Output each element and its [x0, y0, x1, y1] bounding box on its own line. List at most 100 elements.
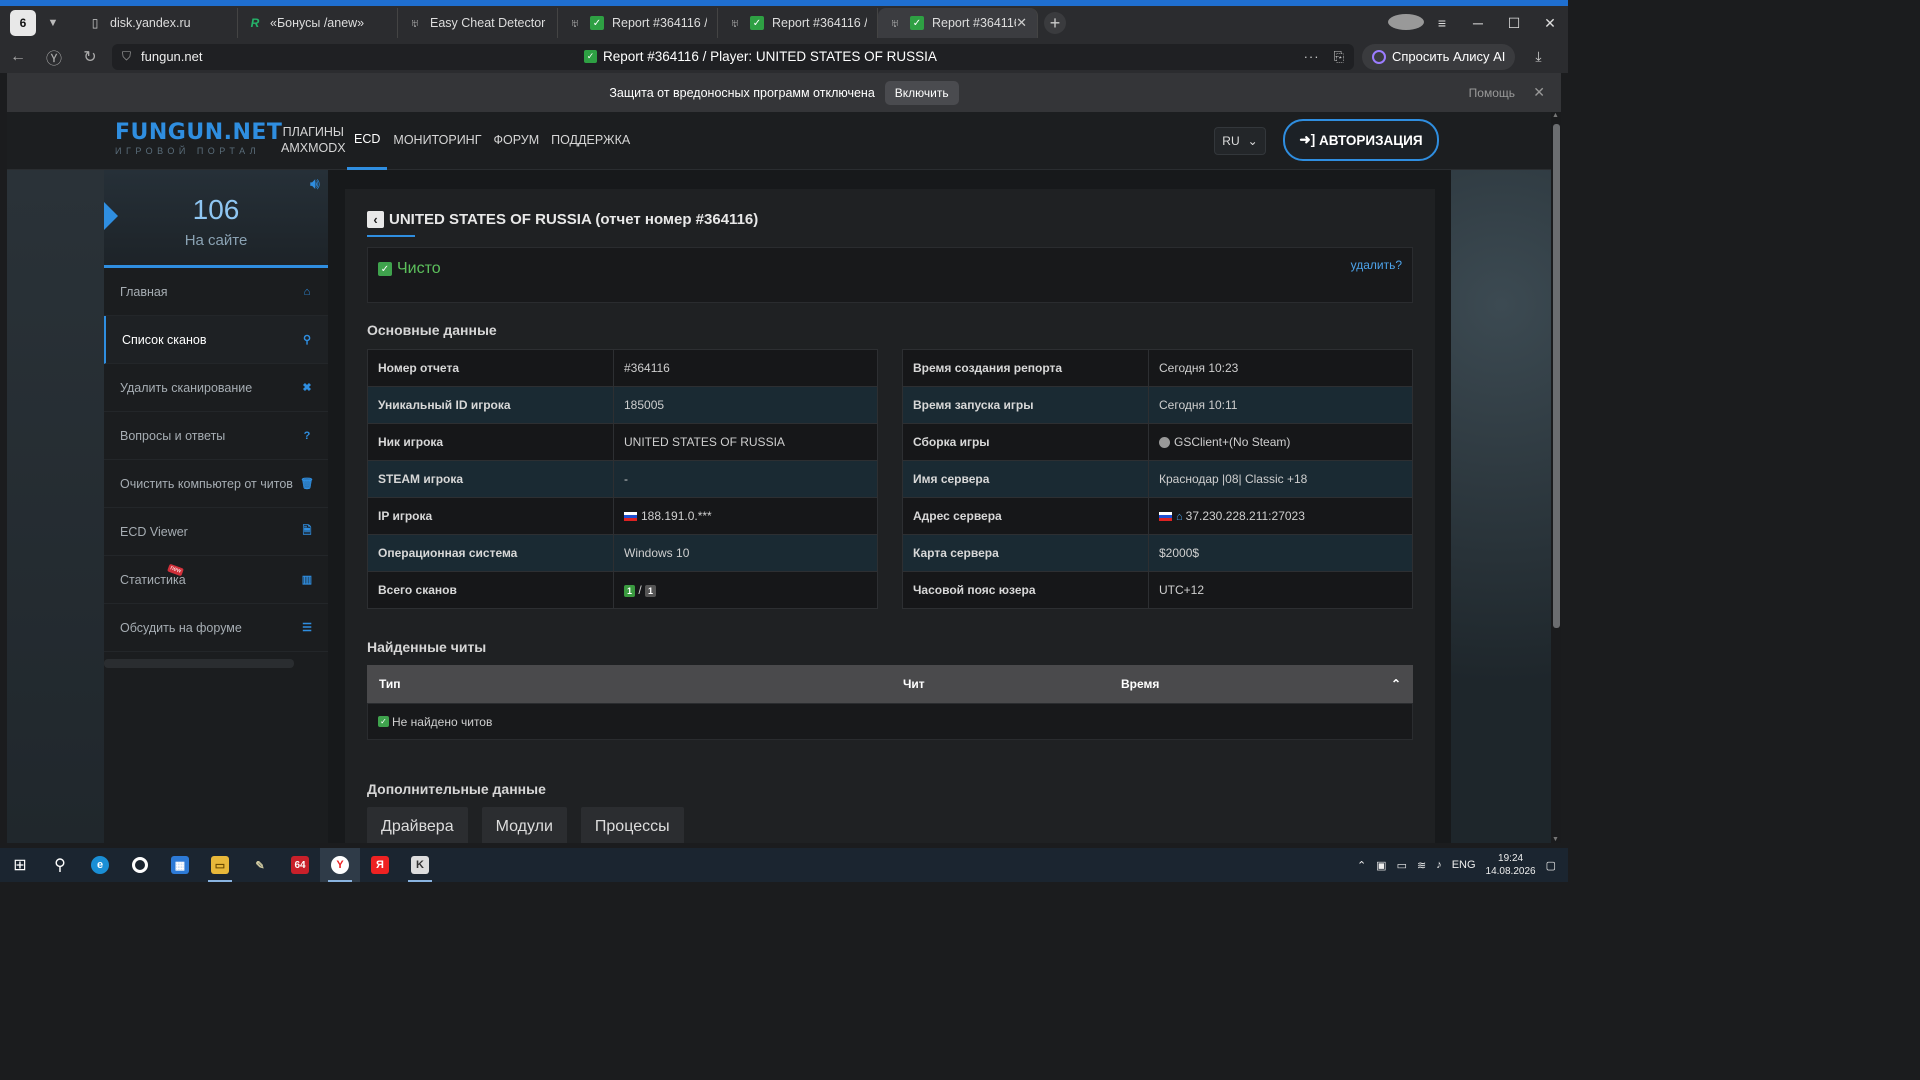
chevron-up-icon[interactable]: ⌃: [1391, 677, 1401, 691]
battery-icon[interactable]: ▭: [1397, 859, 1407, 872]
nav-forum[interactable]: ФОРУМ: [487, 112, 545, 170]
yandex-browser-icon[interactable]: Y: [320, 848, 360, 882]
profile-icon[interactable]: [1388, 13, 1424, 33]
address-bar-row: ← Ⓨ ↻ ⛉ fungun.net ✓ Report #364116 / Pl…: [0, 40, 1568, 73]
yandex-icon[interactable]: Я: [360, 848, 400, 882]
yandex-icon[interactable]: Ⓨ: [36, 45, 72, 69]
table-row: Время создания репорта Сегодня 10:23: [902, 349, 1413, 387]
list-icon: ☰: [302, 622, 312, 634]
store-icon[interactable]: ▦: [160, 848, 200, 882]
opera-icon[interactable]: [120, 848, 160, 882]
ecd-icon: ♅: [410, 16, 420, 30]
close-window-button[interactable]: ✕: [1532, 15, 1568, 32]
app-64-icon[interactable]: 64: [280, 848, 320, 882]
bookmark-icon[interactable]: ⎘: [1334, 49, 1344, 65]
tab-report-active[interactable]: ♅ ✓ Report #364116 / Pl ✕: [878, 8, 1038, 38]
wifi-icon[interactable]: ≋: [1417, 859, 1426, 872]
tab-count-button[interactable]: 6: [10, 10, 36, 36]
notifications-icon[interactable]: ▢: [1546, 859, 1556, 872]
clock[interactable]: 19:24 14.08.2026: [1486, 852, 1536, 879]
close-icon[interactable]: ✕: [1533, 84, 1545, 101]
site-logo[interactable]: FUNGUN.NET ИГРОВОЙ ПОРТАЛ: [115, 120, 282, 156]
sidebar-item-statistics[interactable]: Статистика new ▥: [104, 556, 328, 604]
sidebar-item-faq[interactable]: Вопросы и ответы ?: [104, 412, 328, 460]
drivers-button[interactable]: Драйвера: [367, 807, 468, 843]
modules-button[interactable]: Модули: [481, 807, 567, 843]
check-icon: ✓: [750, 16, 764, 30]
search-icon[interactable]: ⚲: [40, 848, 80, 882]
sidebar-item-ecd-viewer[interactable]: ECD Viewer 🗎︎: [104, 508, 328, 556]
back-button[interactable]: ‹: [367, 211, 384, 228]
menu-icon[interactable]: ≡: [1424, 15, 1460, 31]
sidebar-item-forum-discuss[interactable]: Обсудить на форуме ☰: [104, 604, 328, 652]
sidebar-item-clean-pc[interactable]: Очистить компьютер от читов 🗑︎: [104, 460, 328, 508]
close-icon: ✖: [302, 382, 312, 394]
language-select[interactable]: RU ⌄: [1214, 127, 1266, 155]
url-field[interactable]: ⛉ fungun.net ✓ Report #364116 / Player: …: [112, 43, 1354, 70]
scans-clean-badge: 1: [624, 585, 636, 597]
delete-link[interactable]: удалить?: [1351, 258, 1402, 272]
tab-bonuses[interactable]: R «Бонусы /anew»: [238, 8, 398, 38]
site-nav: ПЛАГИНЫ AMXMODX ECD МОНИТОРИНГ ФОРУМ ПОД…: [275, 112, 636, 170]
scroll-down-icon[interactable]: ▼: [1552, 836, 1559, 843]
volume-icon[interactable]: ♪: [1436, 859, 1442, 871]
nav-plugins[interactable]: ПЛАГИНЫ AMXMODX: [275, 112, 347, 170]
download-icon[interactable]: ⤓: [1535, 48, 1541, 65]
tab-ecd[interactable]: ♅ Easy Cheat Detector - бес: [398, 8, 558, 38]
nav-monitoring[interactable]: МОНИТОРИНГ: [387, 112, 487, 170]
sidebar-item-scan-list[interactable]: Список сканов ⚲: [104, 316, 328, 364]
infobar-help-link[interactable]: Помощь: [1469, 86, 1515, 100]
language-indicator[interactable]: ENG: [1452, 859, 1476, 871]
minimize-button[interactable]: ─: [1460, 15, 1496, 31]
processes-button[interactable]: Процессы: [580, 807, 684, 843]
tab-report-1[interactable]: ♅ ✓ Report #364116 / Play: [558, 8, 718, 38]
scroll-up-icon[interactable]: ▲: [1552, 112, 1559, 119]
more-icon[interactable]: ···: [1304, 49, 1320, 64]
search-icon: ⚲: [302, 334, 312, 346]
tray-chevron-icon[interactable]: ⌃: [1357, 859, 1366, 872]
sidebar-item-home[interactable]: Главная ⌂: [104, 268, 328, 316]
enable-protection-button[interactable]: Включить: [884, 80, 959, 105]
reload-icon[interactable]: ↻: [72, 47, 108, 67]
close-tab-icon[interactable]: ✕: [1016, 15, 1027, 31]
file-icon: ▯: [91, 16, 99, 30]
ecd-icon: ♅: [730, 16, 740, 30]
home-icon: ⌂: [1176, 511, 1183, 523]
edge-icon[interactable]: e: [80, 848, 120, 882]
tray-app-icon[interactable]: ▣: [1376, 859, 1386, 872]
system-tray: ⌃ ▣ ▭ ≋ ♪ ENG 19:24 14.08.2026 ▢: [1357, 852, 1568, 879]
cheats-table: Тип Чит Время ⌃ ✓ Не найдено читов: [367, 665, 1413, 740]
volume-icon[interactable]: 🔊︎: [310, 176, 320, 194]
explorer-icon[interactable]: ▭: [200, 848, 240, 882]
extra-data-heading: Дополнительные данные: [367, 781, 546, 797]
chevron-down-icon: ⌄: [1247, 134, 1258, 148]
page-scrollbar[interactable]: ▲ ▼: [1551, 112, 1561, 843]
ask-alice-button[interactable]: Спросить Алису AI: [1362, 43, 1516, 70]
scrollbar-thumb[interactable]: [1553, 124, 1560, 628]
login-button[interactable]: ➜] АВТОРИЗАЦИЯ: [1283, 119, 1439, 161]
table-row: Операционная система Windows 10: [367, 534, 878, 572]
app-k-icon[interactable]: K: [400, 848, 440, 882]
nav-support[interactable]: ПОДДЕРЖКА: [545, 112, 636, 170]
windows-start-icon[interactable]: ⊞: [0, 848, 40, 882]
clean-status: ✓ Чисто: [378, 260, 441, 278]
check-icon: ✓: [378, 716, 389, 727]
background-art-right: [1451, 170, 1551, 843]
new-tab-button[interactable]: +: [1044, 12, 1066, 34]
chevron-down-icon[interactable]: ▼: [40, 10, 66, 36]
web-page: FUNGUN.NET ИГРОВОЙ ПОРТАЛ ПЛАГИНЫ AMXMOD…: [7, 112, 1561, 843]
back-icon[interactable]: ←: [0, 48, 36, 66]
sidebar-scrollbar[interactable]: [104, 659, 294, 668]
nav-ecd[interactable]: ECD: [347, 112, 388, 170]
cheats-table-header: Тип Чит Время ⌃: [367, 665, 1413, 703]
table-row: Всего сканов 1 / 1: [367, 571, 878, 609]
browser-tab-bar: 6 ▼ ▯ disk.yandex.ru R «Бонусы /anew» ♅ …: [0, 0, 1568, 40]
tab-report-2[interactable]: ♅ ✓ Report #364116 / Play: [718, 8, 878, 38]
extra-data-tabs: Драйвера Модули Процессы: [367, 807, 684, 843]
tab-disk-yandex[interactable]: ▯ disk.yandex.ru: [78, 8, 238, 38]
game-icon[interactable]: ✎: [240, 848, 280, 882]
page-title-display: ✓ Report #364116 / Player: UNITED STATES…: [584, 49, 937, 64]
sidebar-item-delete-scan[interactable]: Удалить сканирование ✖: [104, 364, 328, 412]
main-data-table-right: Время создания репорта Сегодня 10:23 Врем…: [902, 349, 1413, 609]
maximize-button[interactable]: ☐: [1496, 15, 1532, 32]
